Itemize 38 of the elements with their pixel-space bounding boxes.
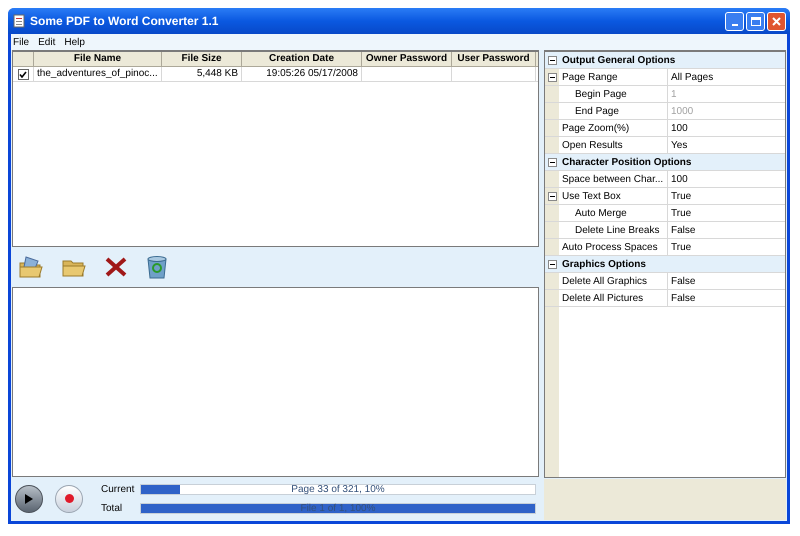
document-icon <box>13 14 25 28</box>
progress-text: Page 33 of 321, 10% <box>290 484 386 494</box>
progress-label: Current <box>101 482 136 496</box>
maximize-button[interactable] <box>746 12 765 30</box>
progress-label: Total <box>101 502 124 516</box>
table-cell: 5,448 KB <box>162 67 242 81</box>
checkbox[interactable] <box>18 68 28 80</box>
column-header[interactable]: File Name <box>34 52 162 66</box>
play-icon <box>25 494 33 504</box>
table-cell: 19:05:26 05/17/2008 <box>242 67 362 81</box>
delete-icon[interactable] <box>104 256 128 278</box>
column-header[interactable]: Creation Date <box>242 52 362 66</box>
collapse-icon[interactable] <box>548 192 556 200</box>
open-file-icon[interactable] <box>18 255 44 279</box>
property-name[interactable]: Auto Process Spaces <box>559 239 668 255</box>
minimize-icon <box>732 24 738 26</box>
check-icon <box>19 70 27 78</box>
menu-item[interactable]: Edit <box>38 34 56 50</box>
collapse-icon[interactable] <box>548 72 556 82</box>
minimize-button[interactable] <box>725 12 744 30</box>
window-title: Some PDF to Word Converter 1.1 <box>30 13 220 30</box>
stop-button[interactable] <box>55 484 83 512</box>
recycle-bin-icon[interactable] <box>145 255 169 279</box>
collapse-icon[interactable] <box>548 158 556 166</box>
collapse-icon[interactable] <box>548 56 556 64</box>
column-header[interactable]: File Size <box>162 52 242 66</box>
close-icon <box>772 16 781 26</box>
maximize-icon <box>750 16 760 26</box>
collapse-icon[interactable] <box>548 260 556 268</box>
menu-item[interactable]: File <box>13 34 30 50</box>
column-header[interactable]: Owner Password <box>362 52 452 66</box>
menu-item[interactable]: Help <box>64 34 85 50</box>
start-button[interactable] <box>15 484 43 512</box>
close-button[interactable] <box>767 12 786 30</box>
record-icon <box>64 494 74 503</box>
column-header[interactable]: User Password <box>452 52 536 66</box>
table-cell: the_adventures_of_pinoc... <box>34 67 162 81</box>
progress-text: File 1 of 1, 100% <box>299 504 377 512</box>
